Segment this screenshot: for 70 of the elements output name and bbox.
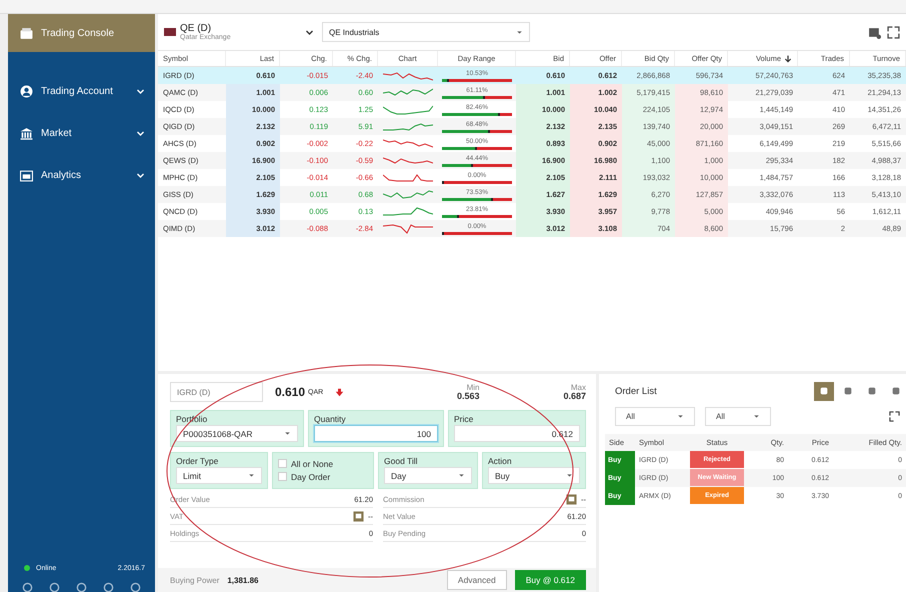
wallet-icon	[20, 26, 33, 40]
advanced-button[interactable]: Advanced	[446, 570, 507, 590]
symbol-field[interactable]: IGRD (D)	[170, 382, 263, 402]
settings-table-icon[interactable]	[868, 26, 881, 38]
caret-down-icon	[677, 413, 684, 420]
checkbox[interactable]	[278, 459, 287, 468]
caret-down-icon	[458, 472, 465, 479]
min-value: 0.563	[456, 392, 480, 401]
buying-power-label: Buying Power	[170, 576, 220, 584]
field-label: Action	[488, 456, 513, 466]
panel-title: Order List	[615, 386, 658, 396]
expand-icon[interactable]	[889, 411, 900, 422]
caret-down-icon	[566, 472, 573, 479]
field-label: Price	[454, 414, 474, 424]
action-dropdown[interactable]: Buy	[488, 467, 580, 484]
caret-down-icon	[516, 28, 523, 36]
sparkline	[383, 104, 433, 116]
sparkline	[383, 154, 433, 166]
good-till-dropdown[interactable]: Day	[384, 467, 472, 484]
caret-down-icon	[248, 472, 255, 479]
toolbar-icon[interactable]	[103, 582, 114, 592]
filter-dropdown[interactable]: All	[705, 407, 771, 426]
sparkline	[383, 188, 433, 200]
sparkline	[383, 172, 433, 184]
chevron-down-icon	[136, 128, 145, 138]
flag-icon	[164, 26, 176, 38]
bank-icon	[20, 126, 33, 140]
checkbox-label: All or None	[291, 458, 334, 468]
caret-down-icon	[753, 413, 760, 420]
field-label: Order Type	[176, 456, 220, 466]
buying-power-value: 1,381.86	[227, 576, 260, 584]
sparkline	[383, 86, 433, 98]
calculator-icon[interactable]	[566, 494, 577, 504]
caret-down-icon	[284, 430, 291, 437]
quantity-field[interactable]: 100	[314, 425, 438, 442]
sparkline	[383, 206, 433, 218]
sort-arrow-down-icon	[784, 54, 792, 62]
nav-item[interactable]: Trading Account	[8, 70, 155, 112]
toolbar-icon[interactable]	[130, 582, 141, 592]
field-label: Good Till	[384, 456, 419, 466]
sparkline	[383, 120, 433, 132]
buy-button[interactable]: Buy @ 0.612	[514, 570, 586, 590]
chevron-down-icon	[136, 86, 145, 96]
user-icon	[20, 84, 33, 98]
sparkline	[383, 222, 433, 234]
checkbox[interactable]	[278, 472, 287, 481]
nav-item[interactable]: Market	[8, 112, 155, 154]
min-label: Min	[466, 383, 480, 392]
nav-item[interactable]: Analytics	[8, 154, 155, 196]
chevron-down-icon	[136, 170, 145, 180]
toolbar-button[interactable]	[814, 382, 834, 400]
toolbar-icon[interactable]	[49, 582, 60, 592]
order-type-dropdown[interactable]: Limit	[176, 467, 262, 484]
checkbox-label: Day Order	[291, 472, 330, 482]
max-value: 0.687	[563, 392, 586, 401]
sparkline	[383, 138, 433, 150]
sparkline	[383, 70, 433, 82]
portfolio-dropdown[interactable]: P000351068-QAR	[176, 425, 298, 442]
toolbar-icon[interactable]	[22, 582, 33, 592]
nav-item[interactable]: Trading Console	[8, 14, 155, 52]
last-price: 0.610	[275, 385, 306, 399]
chart-folder-icon	[20, 168, 33, 182]
field-label: Quantity	[314, 414, 347, 424]
sector-dropdown[interactable]: QE Industrials	[322, 22, 530, 42]
expand-icon[interactable]	[887, 26, 900, 38]
calculator-icon[interactable]	[353, 510, 364, 522]
toolbar-icon[interactable]	[76, 582, 87, 592]
max-label: Max	[570, 383, 586, 392]
chevron-down-icon	[305, 28, 314, 36]
filter-dropdown[interactable]: All	[615, 407, 695, 426]
